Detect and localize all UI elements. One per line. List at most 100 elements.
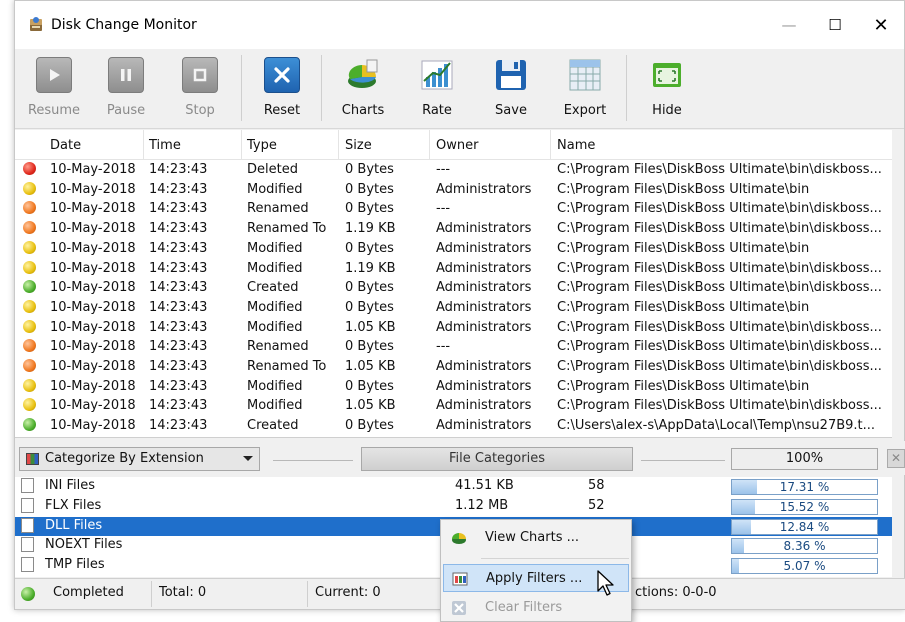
list-item[interactable]: FLX Files 1.12 MB 52 15.52 %	[15, 497, 892, 517]
cell-time: 14:23:43	[149, 418, 208, 434]
clear-filters-menu-item[interactable]: Clear Filters	[443, 594, 629, 622]
cell-time: 14:23:43	[149, 240, 208, 256]
cell-time: 14:23:43	[149, 319, 208, 335]
charts-button[interactable]: Charts	[328, 53, 398, 123]
list-item[interactable]: INI Files 41.51 KB 58 17.31 %	[15, 477, 892, 497]
status-yellow-icon	[23, 240, 36, 254]
column-header-type[interactable]: Type	[247, 138, 277, 153]
cell-type: Modified	[247, 240, 303, 256]
table-row[interactable]: 10-May-2018 14:23:43 Created 0 Bytes Adminis…	[15, 279, 892, 299]
cell-owner: Administrators	[436, 319, 532, 335]
table-row[interactable]: 10-May-2018 14:23:43 Modified 0 Bytes Admini…	[15, 181, 892, 201]
cell-date: 10-May-2018	[50, 221, 136, 237]
cell-owner: ---	[436, 162, 451, 177]
table-row[interactable]: 10-May-2018 14:23:43 Renamed To 1.19 KB Admi…	[15, 220, 892, 240]
cell-date: 10-May-2018	[50, 201, 136, 217]
cell-type: Created	[247, 280, 299, 296]
cell-type: Modified	[247, 299, 303, 315]
column-header-size[interactable]: Size	[345, 138, 372, 153]
cell-type: Renamed To	[247, 359, 327, 374]
table-row[interactable]: 10-May-2018 14:23:43 Created 0 Bytes Adminis…	[15, 417, 892, 437]
table-row[interactable]: 10-May-2018 14:23:43 Renamed To 1.05 KB Admi…	[15, 358, 892, 378]
stop-button[interactable]: Stop	[165, 53, 235, 123]
pie-chart-icon	[345, 57, 381, 93]
status-orange-icon	[23, 221, 36, 235]
cell-type: Deleted	[247, 162, 298, 177]
close-categories-button[interactable]: ✕	[887, 449, 905, 468]
chevron-down-icon	[243, 456, 253, 461]
minimize-button[interactable]: —	[766, 1, 812, 49]
column-header-owner[interactable]: Owner	[436, 138, 478, 153]
cell-date: 10-May-2018	[50, 359, 136, 374]
cell-type: Created	[247, 418, 299, 434]
column-header-name[interactable]: Name	[557, 138, 595, 153]
status-yellow-icon	[23, 319, 36, 333]
rate-button[interactable]: Rate	[402, 53, 472, 123]
column-header-time[interactable]: Time	[149, 138, 181, 153]
cell-name: C:\Program Files\DiskBoss Ultimate\bin\d…	[557, 339, 882, 355]
cell-date: 10-May-2018	[50, 162, 136, 177]
cell-type: Renamed	[247, 339, 309, 355]
cell-owner: Administrators	[436, 398, 532, 414]
table-row[interactable]: 10-May-2018 14:23:43 Modified 1.05 KB Admini…	[15, 319, 892, 339]
cell-name: C:\Program Files\DiskBoss Ultimate\bin	[557, 240, 810, 256]
table-row[interactable]: 10-May-2018 14:23:43 Renamed 0 Bytes --- C:\P…	[15, 338, 892, 358]
status-orange-icon	[23, 339, 36, 353]
cell-type: Modified	[247, 181, 303, 197]
cell-owner: Administrators	[436, 181, 532, 197]
maximize-button[interactable]: ☐	[812, 1, 858, 49]
file-categories-header[interactable]: File Categories	[361, 447, 633, 471]
save-button[interactable]: Save	[476, 53, 546, 123]
cell-type: Modified	[247, 260, 303, 276]
reset-x-icon	[264, 57, 300, 93]
pause-button[interactable]: Pause	[91, 53, 161, 123]
file-icon	[21, 478, 34, 493]
column-divider	[550, 130, 551, 160]
app-icon	[30, 17, 42, 31]
cell-name: C:\Program Files\DiskBoss Ultimate\bin	[557, 378, 810, 394]
category-name: FLX Files	[45, 497, 102, 513]
table-row[interactable]: 10-May-2018 14:23:43 Modified 0 Bytes Admini…	[15, 378, 892, 398]
toolbar: Resume Pause Stop Reset Charts Rate Save…	[15, 49, 904, 129]
menu-separator	[481, 558, 629, 559]
close-button[interactable]: ✕	[858, 1, 904, 49]
play-icon	[36, 57, 72, 93]
status-red-icon	[23, 162, 36, 175]
cell-owner: Administrators	[436, 221, 532, 237]
file-icon	[21, 557, 34, 573]
status-yellow-icon	[23, 378, 36, 392]
cell-time: 14:23:43	[149, 260, 208, 276]
clear-x-icon	[452, 601, 466, 615]
percent-bar: 17.31 %	[731, 479, 878, 495]
cell-time: 14:23:43	[149, 378, 208, 394]
table-row[interactable]: 10-May-2018 14:23:43 Modified 1.19 KB Admini…	[15, 260, 892, 280]
resume-button[interactable]: Resume	[19, 53, 89, 123]
title-bar: Disk Change Monitor — ☐ ✕	[15, 1, 904, 49]
floppy-disk-icon	[493, 57, 529, 93]
status-orange-icon	[23, 359, 36, 372]
cell-size: 0 Bytes	[345, 299, 394, 315]
status-yellow-icon	[23, 398, 36, 412]
reset-button[interactable]: Reset	[247, 53, 317, 123]
hide-button[interactable]: Hide	[632, 53, 702, 123]
table-row[interactable]: 10-May-2018 14:23:43 Modified 0 Bytes Admini…	[15, 299, 892, 319]
cell-size: 0 Bytes	[345, 280, 394, 296]
percent-text: 15.52 %	[779, 499, 830, 514]
column-header-date[interactable]: Date	[50, 138, 81, 153]
table-row[interactable]: 10-May-2018 14:23:43 Renamed 0 Bytes --- C:\P…	[15, 200, 892, 220]
table-row[interactable]: 10-May-2018 14:23:43 Modified 0 Bytes Admini…	[15, 240, 892, 260]
categorize-dropdown[interactable]: Categorize By Extension	[19, 447, 260, 471]
toolbar-separator	[626, 55, 627, 121]
status-green-icon	[23, 418, 36, 432]
divider-line	[273, 460, 353, 461]
status-current: Current: 0	[315, 585, 381, 600]
cell-size: 0 Bytes	[345, 201, 394, 217]
category-count: 58	[588, 478, 605, 493]
mouse-cursor-icon	[597, 570, 614, 596]
cell-date: 10-May-2018	[50, 319, 136, 335]
table-row[interactable]: 10-May-2018 14:23:43 Deleted 0 Bytes --- C:\P…	[15, 161, 892, 181]
view-charts-menu-item[interactable]: View Charts ...	[443, 524, 629, 552]
export-button[interactable]: Export	[550, 53, 620, 123]
table-row[interactable]: 10-May-2018 14:23:43 Modified 1.05 KB Admini…	[15, 397, 892, 417]
cell-owner: Administrators	[436, 359, 532, 374]
